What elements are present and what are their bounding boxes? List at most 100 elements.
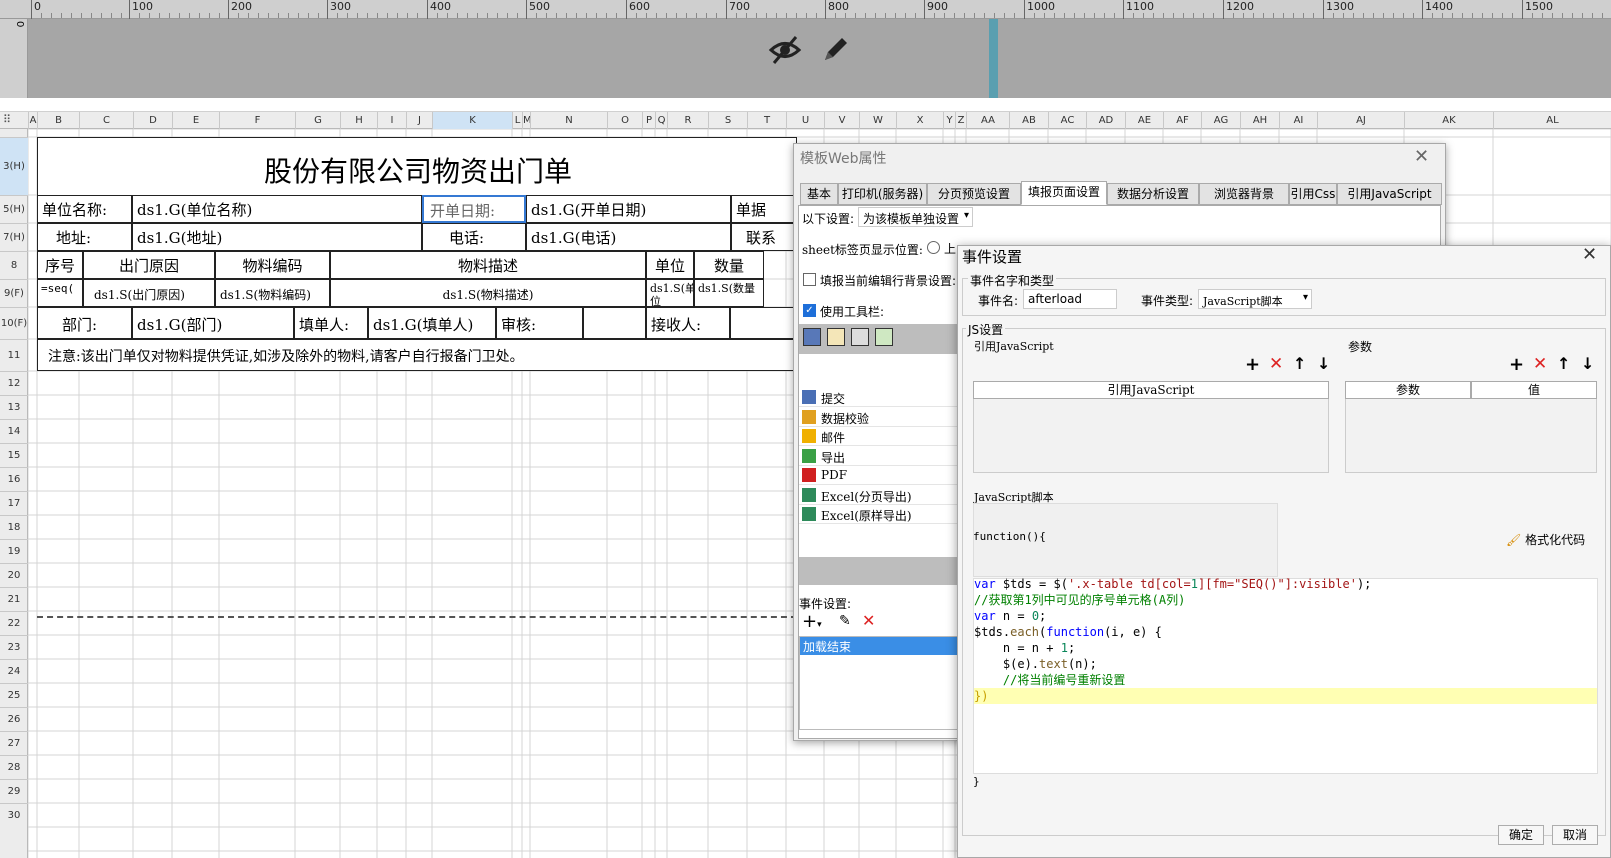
column-header-cell[interactable]: AF xyxy=(1163,112,1201,129)
tab-4[interactable]: 数据分析设置 xyxy=(1107,183,1199,205)
column-header-cell[interactable]: AB xyxy=(1009,112,1048,129)
header-material-desc[interactable]: 物料描述 xyxy=(330,251,646,279)
select-all-icon[interactable]: ⠿ xyxy=(3,113,11,126)
label-contact[interactable]: 联系 xyxy=(731,223,797,251)
row-header-cell[interactable]: 25 xyxy=(0,683,28,707)
add-icon[interactable]: +▾ xyxy=(802,611,822,632)
column-header-cell[interactable]: AJ xyxy=(1317,112,1404,129)
column-header-cell[interactable]: L xyxy=(512,112,522,129)
column-header-cell[interactable]: K xyxy=(432,112,512,129)
row-header-cell[interactable]: 22 xyxy=(0,611,28,635)
param-column-header[interactable]: 参数 xyxy=(1345,381,1471,399)
value-unit-name[interactable]: ds1.G(单位名称) xyxy=(132,195,422,223)
row-header-cell[interactable]: 29 xyxy=(0,779,28,803)
event-item[interactable]: 加载结束 xyxy=(800,637,958,655)
label-open-date[interactable]: 开单日期: xyxy=(422,195,526,223)
delete-icon[interactable]: ✕ xyxy=(862,611,875,630)
tab-5[interactable]: 浏览器背景 xyxy=(1199,183,1289,205)
row-header-cell[interactable]: 3(H) xyxy=(0,137,28,195)
delete-icon[interactable]: ✕ xyxy=(1269,354,1283,374)
add-icon[interactable]: + xyxy=(1245,354,1260,375)
column-header-cell[interactable]: C xyxy=(79,112,133,129)
row-header-cell[interactable]: 7(H) xyxy=(0,223,28,251)
row-header-cell[interactable]: 13 xyxy=(0,395,28,419)
tool-item[interactable]: Excel(分页导出) xyxy=(799,485,959,505)
column-header-cell[interactable]: H xyxy=(340,112,377,129)
event-settings-dialog[interactable]: 事件设置 ✕ 事件名字和类型 事件名: afterload 事件类型: Java… xyxy=(957,244,1611,858)
column-header-cell[interactable]: Q xyxy=(655,112,667,129)
label-unit-name[interactable]: 单位名称: xyxy=(37,195,132,223)
value-column-header[interactable]: 值 xyxy=(1471,381,1597,399)
cell-reason[interactable]: ds1.S(出门原因) xyxy=(83,279,215,307)
label-receiver[interactable]: 接收人: xyxy=(646,307,730,339)
cell-quantity[interactable]: ds1.S(数量 xyxy=(694,279,764,307)
column-header-cell[interactable]: T xyxy=(747,112,786,129)
row-header-cell[interactable]: 23 xyxy=(0,635,28,659)
column-header-cell[interactable]: S xyxy=(708,112,747,129)
row-header-cell[interactable]: 18 xyxy=(0,515,28,539)
column-header-cell[interactable]: W xyxy=(859,112,896,129)
column-header-cell[interactable]: B xyxy=(37,112,79,129)
header-quantity[interactable]: 数量 xyxy=(694,251,764,279)
tab-7[interactable]: 引用JavaScript xyxy=(1337,183,1442,205)
row-header-cell[interactable]: 9(F) xyxy=(0,279,28,307)
column-header-cell[interactable]: E xyxy=(172,112,219,129)
column-header-cell[interactable]: AL xyxy=(1493,112,1611,129)
radio-top[interactable] xyxy=(927,241,940,254)
bg-checkbox[interactable] xyxy=(803,273,816,286)
column-header-cell[interactable]: F xyxy=(219,112,295,129)
value-review[interactable] xyxy=(583,307,646,339)
row-header-cell[interactable]: 12 xyxy=(0,371,28,395)
header-material-code[interactable]: 物料编码 xyxy=(215,251,330,279)
label-doc[interactable]: 单据 xyxy=(731,195,797,223)
tab-6[interactable]: 引用Css xyxy=(1289,183,1337,205)
label-filler[interactable]: 填单人: xyxy=(294,307,368,339)
row-header-cell[interactable]: 5(H) xyxy=(0,195,28,223)
cell-material-desc[interactable]: ds1.S(物料描述) xyxy=(330,279,646,307)
down-arrow-icon[interactable]: ↓ xyxy=(1581,354,1594,373)
row-header-cell[interactable]: 14 xyxy=(0,419,28,443)
ok-button[interactable]: 确定 xyxy=(1498,825,1544,845)
tool-item[interactable]: 导出 xyxy=(799,446,959,466)
label-dept[interactable]: 部门: xyxy=(37,307,132,339)
tool-item[interactable]: PDF xyxy=(799,466,959,485)
column-header-cell[interactable]: AI xyxy=(1279,112,1317,129)
ref-js-column-header[interactable]: 引用JavaScript xyxy=(973,381,1329,399)
row-header-cell[interactable]: 30 xyxy=(0,803,28,827)
column-header-cell[interactable]: AE xyxy=(1125,112,1163,129)
toolbar-checkbox[interactable]: ✓ xyxy=(803,304,816,317)
column-header-cell[interactable]: X xyxy=(896,112,943,129)
cell-unit[interactable]: ds1.S(单位 xyxy=(646,279,694,307)
cell-material-code[interactable]: ds1.S(物料编码) xyxy=(215,279,330,307)
down-arrow-icon[interactable]: ↓ xyxy=(1317,354,1330,373)
label-address[interactable]: 地址: xyxy=(37,223,132,251)
pencil-icon[interactable] xyxy=(820,33,852,65)
value-receiver[interactable] xyxy=(730,307,797,339)
header-unit[interactable]: 单位 xyxy=(646,251,694,279)
column-header-cell[interactable]: U xyxy=(786,112,824,129)
up-arrow-icon[interactable]: ↑ xyxy=(1557,354,1570,373)
row-header-cell[interactable]: 28 xyxy=(0,755,28,779)
column-header-cell[interactable]: Z xyxy=(955,112,966,129)
close-icon[interactable]: ✕ xyxy=(1582,244,1597,265)
tab-1[interactable]: 打印机(服务器) xyxy=(838,183,927,205)
column-header-cell[interactable]: Y xyxy=(943,112,955,129)
column-header-cell[interactable]: I xyxy=(377,112,406,129)
column-header-cell[interactable]: R xyxy=(667,112,708,129)
column-header-cell[interactable]: V xyxy=(824,112,859,129)
delete-icon[interactable]: ✕ xyxy=(1533,354,1547,374)
note-cell[interactable]: 注意:该出门单仅对物料提供凭证,如涉及除外的物料,请客户自行报备门卫处。 xyxy=(37,339,797,371)
up-arrow-icon[interactable]: ↑ xyxy=(1293,354,1306,373)
event-type-select[interactable]: JavaScript脚本 ▾ xyxy=(1198,289,1312,309)
event-name-input[interactable]: afterload xyxy=(1023,289,1117,309)
column-header-cell[interactable]: P xyxy=(642,112,655,129)
report-title[interactable]: 股份有限公司物资出门单 xyxy=(37,137,797,195)
column-header-cell[interactable]: N xyxy=(530,112,607,129)
tab-2[interactable]: 分页预览设置 xyxy=(927,183,1021,205)
cancel-button[interactable]: 取消 xyxy=(1552,825,1598,845)
column-header-cell[interactable]: D xyxy=(133,112,172,129)
close-icon[interactable]: ✕ xyxy=(1414,146,1429,167)
setting-select[interactable]: 为该模板单独设置 ▾ xyxy=(858,207,973,227)
row-header-cell[interactable]: 17 xyxy=(0,491,28,515)
header-reason[interactable]: 出门原因 xyxy=(83,251,215,279)
